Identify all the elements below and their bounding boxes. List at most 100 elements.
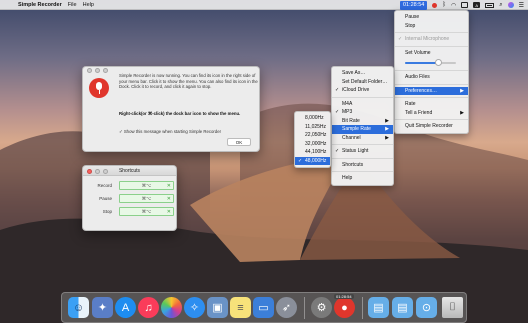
keynote-icon[interactable]: ▭ (253, 297, 274, 318)
menu-separator (332, 157, 393, 159)
menu-item-status-light[interactable]: ✓ Status Light (332, 147, 393, 156)
folder-icon[interactable]: ⊙ (416, 297, 437, 318)
menu-separator (332, 171, 393, 172)
music-icon[interactable]: ♫ (138, 297, 159, 318)
preferences-submenu: Save As… Set Default Folder… ✓ iCloud Dri… (331, 66, 394, 186)
menu-item-bit-rate[interactable]: Bit Rate ▶ (332, 117, 393, 126)
menu-item-shortcuts[interactable]: Shortcuts (332, 161, 393, 170)
system-preferences-icon[interactable]: ⚙ (311, 297, 332, 318)
record-time: 01:28:54 (402, 1, 425, 8)
close-button[interactable] (87, 68, 92, 73)
dock-separator (362, 297, 363, 319)
zoom-button[interactable] (103, 168, 108, 174)
folder-icon[interactable]: ▤ (368, 297, 389, 318)
stop-shortcut-field[interactable]: ⌘⌥ ✕ (119, 207, 174, 216)
checkmark-icon: ✓ (335, 109, 340, 115)
menu-app-name[interactable]: Simple Recorder (18, 2, 62, 8)
menu-item-mp3[interactable]: ✓ MP3 (332, 108, 393, 117)
menu-item-channel[interactable]: Channel ▶ (332, 134, 393, 143)
menu-item-m4a[interactable]: M4A (332, 100, 393, 109)
menu-item-icloud-drive[interactable]: ✓ iCloud Drive (332, 86, 393, 95)
menu-item-set-volume: Set Volume (405, 49, 431, 56)
menu-item-save-as[interactable]: Save As… (332, 69, 393, 78)
dialog-message: Simple Recorder is now running. You can … (119, 73, 258, 89)
menu-file[interactable]: File (68, 2, 77, 8)
menu-separator (395, 70, 468, 71)
menu-item-sample-rate[interactable]: Sample Rate ▶ (332, 125, 393, 134)
volume-slider[interactable] (395, 57, 468, 68)
minimize-button[interactable] (95, 168, 100, 174)
minimize-button[interactable] (95, 68, 100, 73)
clear-shortcut-icon[interactable]: ✕ (167, 195, 171, 203)
siri-icon[interactable] (507, 2, 514, 8)
app-store-icon[interactable]: A (115, 297, 136, 318)
simple-recorder-icon[interactable]: ● (334, 297, 355, 318)
volume-slider-track[interactable] (405, 59, 456, 66)
dialog-message-tip: Right-click(or ⌘-click) the dock bar ico… (119, 111, 241, 116)
submenu-arrow-icon: ▶ (385, 117, 389, 124)
record-dot-icon[interactable] (432, 2, 438, 8)
menu-item-audio-files[interactable]: Audio Files (395, 73, 468, 82)
menu-bar: Simple Recorder File Help 01:28:54 ᛒ ◠ A… (0, 0, 528, 10)
checkmark-icon: ✓ (398, 36, 403, 42)
menu-item-preferences[interactable]: Preferences… ▶ (395, 86, 468, 95)
submenu-arrow-icon: ▶ (385, 126, 389, 132)
shortcut-row-record: Record ⌘⌥ ✕ (83, 181, 176, 191)
menu-item-set-default-folder[interactable]: Set Default Folder… (332, 78, 393, 87)
volume-slider-knob[interactable] (434, 59, 442, 66)
clear-shortcut-icon[interactable]: ✕ (167, 208, 171, 216)
window-controls (87, 68, 108, 73)
spotlight-icon[interactable]: ⌕ (499, 2, 502, 9)
recorder-status-item[interactable]: 01:28:54 (399, 0, 428, 10)
menu-help[interactable]: Help (83, 2, 94, 8)
launchpad-icon[interactable]: ✦ (92, 297, 113, 318)
menu-item-rate-44100[interactable]: 44,100Hz (295, 148, 330, 157)
menu-item-rate-32000[interactable]: 32,000Hz (295, 140, 330, 149)
zoom-button[interactable] (103, 68, 108, 73)
menu-item-help[interactable]: Help (332, 174, 393, 183)
trash-icon[interactable]: ⌷ (442, 297, 463, 318)
menu-item-rate-22050[interactable]: 22,050Hz (295, 131, 330, 140)
menu-item-rate[interactable]: Rate (395, 100, 468, 109)
photos-icon[interactable] (161, 297, 182, 318)
airplay-icon[interactable] (461, 2, 469, 8)
wifi-icon[interactable]: ◠ (451, 2, 456, 9)
pause-shortcut-field[interactable]: ⌘⌥ ✕ (119, 194, 174, 203)
preview-icon[interactable]: ▣ (207, 297, 228, 318)
submenu-arrow-icon: ▶ (385, 134, 389, 141)
clear-shortcut-icon[interactable]: ✕ (167, 182, 171, 190)
window-title: Shortcuts (118, 168, 141, 174)
record-shortcut-field[interactable]: ⌘⌥ ✕ (119, 181, 174, 190)
shortcuts-window: Shortcuts Record ⌘⌥ ✕ Pause ⌘⌥ ✕ Stop ⌘⌥ ✕ (82, 165, 177, 231)
battery-icon[interactable] (485, 2, 495, 8)
checkmark-icon: ✓ (335, 87, 340, 93)
menu-separator (395, 32, 468, 33)
menu-item-pause[interactable]: Pause (395, 13, 468, 22)
show-message-checkbox[interactable]: ✓ Show this message when starting Simple… (119, 129, 221, 135)
folder-icon[interactable]: ▤ (392, 297, 413, 318)
finder-icon[interactable]: ☺ (68, 297, 89, 318)
input-source-icon[interactable]: A (473, 2, 481, 8)
safari-icon[interactable]: ✧ (184, 297, 205, 318)
menu-item-rate-8000[interactable]: 8,000Hz (295, 114, 330, 123)
menu-separator (332, 96, 393, 98)
close-button[interactable] (87, 168, 92, 174)
notification-center-icon[interactable]: ☰ (519, 2, 524, 9)
ok-button[interactable]: OK (227, 138, 251, 146)
checkmark-icon: ✓ (298, 157, 303, 164)
recorder-dock-badge: 01:28:54 (334, 294, 354, 299)
simple-recorder-app-icon (89, 78, 109, 98)
menu-item-stop[interactable]: Stop (395, 22, 468, 31)
menu-item-tell-a-friend[interactable]: Tell a Friend ▶ (395, 109, 468, 118)
rocket-icon[interactable]: ➶ (276, 297, 297, 318)
bluetooth-icon[interactable]: ᛒ (442, 2, 446, 8)
notes-icon[interactable]: ≡ (230, 297, 251, 318)
menu-item-rate-11025[interactable]: 11,025Hz (295, 123, 330, 132)
dock: ☺ ✦ A ♫ ✧ ▣ ≡ ▭ ➶ ⚙ ● 01:28:54 ▤ ▤ ⊙ ⌷ (61, 292, 467, 323)
shortcut-row-stop: Stop ⌘⌥ ✕ (83, 207, 176, 217)
menu-item-rate-48000[interactable]: ✓ 48,000Hz (295, 156, 330, 165)
checkmark-icon: ✓ (335, 148, 340, 154)
checkbox-checked-icon[interactable]: ✓ (119, 129, 123, 134)
menu-item-quit[interactable]: Quit Simple Recorder (395, 122, 468, 131)
window-controls (87, 168, 108, 174)
